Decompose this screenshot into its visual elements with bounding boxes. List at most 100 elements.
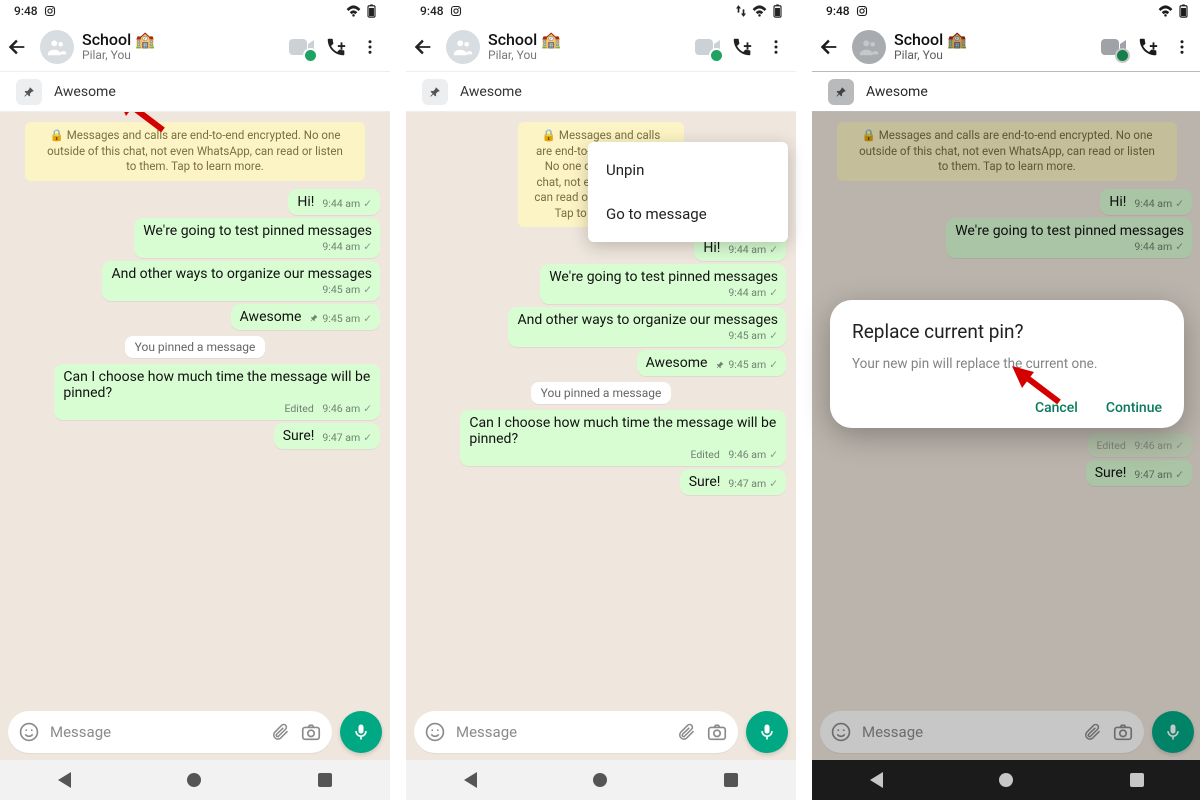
more-menu-button[interactable]	[356, 33, 384, 61]
pin-icon	[715, 360, 725, 370]
pinned-message-bar[interactable]: Awesome	[812, 72, 1200, 112]
camera-icon[interactable]	[300, 721, 322, 743]
status-bar: 9:48	[406, 0, 796, 22]
pinned-text: Awesome	[460, 84, 522, 100]
screenshot-1: 9:48 School 🏫 Pilar, You	[0, 0, 390, 800]
message-sure[interactable]: Sure! 9:47 am✓	[274, 423, 380, 449]
wifi-icon	[346, 5, 361, 17]
encryption-notice[interactable]: 🔒 Messages and calls are end-to-end encr…	[25, 122, 365, 181]
message-test: We're going to test pinned messages 9:44…	[946, 218, 1192, 258]
add-call-button[interactable]	[322, 33, 350, 61]
emoji-icon[interactable]	[424, 721, 446, 743]
instagram-icon	[856, 5, 868, 17]
group-avatar[interactable]	[852, 30, 886, 64]
message-awesome[interactable]: Awesome 9:45 am✓	[637, 350, 786, 376]
instagram-icon	[44, 5, 56, 17]
battery-icon	[1179, 4, 1188, 18]
nav-home-button[interactable]	[187, 773, 201, 787]
attach-icon[interactable]	[270, 722, 290, 742]
menu-unpin[interactable]: Unpin	[588, 148, 788, 192]
group-avatar[interactable]	[446, 30, 480, 64]
nav-recent-button[interactable]	[724, 773, 738, 787]
group-avatar[interactable]	[40, 30, 74, 64]
input-placeholder: Message	[50, 723, 260, 741]
back-button[interactable]	[6, 36, 34, 58]
nav-back-button[interactable]	[870, 772, 883, 788]
menu-go-to-message[interactable]: Go to message	[588, 192, 788, 236]
android-nav-bar	[406, 760, 796, 800]
add-call-button[interactable]	[1134, 33, 1162, 61]
video-call-button[interactable]	[694, 33, 722, 61]
chat-title: School 🏫	[82, 31, 282, 49]
chat-subtitle: Pilar, You	[488, 49, 688, 62]
chat-header: School 🏫 Pilar, You	[0, 22, 390, 72]
clock: 9:48	[826, 4, 850, 18]
input-bar: Message	[406, 704, 796, 760]
back-button[interactable]	[412, 36, 440, 58]
battery-icon	[367, 4, 376, 18]
android-nav-bar	[0, 760, 390, 800]
input-bar: Message	[812, 704, 1200, 760]
check-icon: ✓	[363, 283, 372, 296]
message-hi: Hi! 9:44 am✓	[1100, 189, 1192, 215]
check-icon: ✓	[363, 431, 372, 444]
camera-icon	[1112, 721, 1134, 743]
chat-area[interactable]: 🔒 Messages and calls are end-to-end encr…	[0, 112, 390, 704]
message-input[interactable]: Message	[414, 711, 738, 753]
message-organize[interactable]: And other ways to organize our messages …	[102, 261, 380, 301]
message-test[interactable]: We're going to test pinned messages 9:44…	[540, 264, 786, 304]
wifi-icon	[752, 5, 767, 17]
system-pinned-notice[interactable]: You pinned a message	[531, 382, 672, 404]
video-call-button[interactable]	[1100, 33, 1128, 61]
status-bar: 9:48	[812, 0, 1200, 22]
clock: 9:48	[420, 4, 444, 18]
video-call-button[interactable]	[288, 33, 316, 61]
chat-title: School 🏫	[894, 31, 1094, 49]
emoji-icon[interactable]	[18, 721, 40, 743]
chat-title-block[interactable]: School 🏫 Pilar, You	[82, 31, 282, 62]
mic-button[interactable]	[746, 711, 788, 753]
nav-home-button[interactable]	[999, 773, 1013, 787]
pinned-message-bar[interactable]: Awesome	[406, 72, 796, 112]
nav-home-button[interactable]	[593, 773, 607, 787]
data-icon	[736, 5, 746, 17]
message-hi[interactable]: Hi! 9:44 am✓	[288, 189, 380, 215]
status-bar: 9:48	[0, 0, 390, 22]
chat-title-block[interactable]: School 🏫 Pilar, You	[894, 31, 1094, 62]
message-choose[interactable]: Can I choose how much time the message w…	[460, 410, 786, 466]
message-organize[interactable]: And other ways to organize our messages …	[508, 307, 786, 347]
message-awesome[interactable]: Awesome 9:45 am✓	[231, 304, 380, 330]
emoji-icon	[830, 721, 852, 743]
nav-recent-button[interactable]	[318, 773, 332, 787]
more-menu-button[interactable]	[1168, 33, 1196, 61]
nav-back-button[interactable]	[58, 772, 71, 788]
pin-icon	[828, 79, 854, 105]
message-sure[interactable]: Sure! 9:47 am✓	[680, 469, 786, 495]
message-choose[interactable]: Can I choose how much time the message w…	[54, 364, 380, 420]
back-button[interactable]	[818, 36, 846, 58]
camera-icon[interactable]	[706, 721, 728, 743]
chat-title-block[interactable]: School 🏫 Pilar, You	[488, 31, 688, 62]
message-test[interactable]: We're going to test pinned messages 9:44…	[134, 218, 380, 258]
screenshot-3: 9:48 School 🏫 Pilar, You	[812, 0, 1200, 800]
screenshot-2: 9:48 School 🏫 Pilar, You	[406, 0, 796, 800]
more-menu-button[interactable]	[762, 33, 790, 61]
input-bar: Message	[0, 704, 390, 760]
attach-icon[interactable]	[676, 722, 696, 742]
check-icon: ✓	[363, 197, 372, 210]
pin-icon	[309, 313, 319, 323]
pinned-message-bar[interactable]: Awesome	[0, 72, 390, 112]
message-input[interactable]: Message	[8, 711, 332, 753]
dialog-body: Your new pin will replace the current on…	[852, 355, 1162, 374]
nav-recent-button[interactable]	[1130, 773, 1144, 787]
pin-context-menu: Unpin Go to message	[588, 142, 788, 242]
cancel-button[interactable]: Cancel	[1035, 400, 1078, 416]
instagram-icon	[450, 5, 462, 17]
replace-pin-dialog: Replace current pin? Your new pin will r…	[830, 300, 1184, 428]
add-call-button[interactable]	[728, 33, 756, 61]
chat-title: School 🏫	[488, 31, 688, 49]
nav-back-button[interactable]	[464, 772, 477, 788]
mic-button[interactable]	[340, 711, 382, 753]
continue-button[interactable]: Continue	[1106, 400, 1162, 416]
system-pinned-notice[interactable]: You pinned a message	[125, 336, 266, 358]
